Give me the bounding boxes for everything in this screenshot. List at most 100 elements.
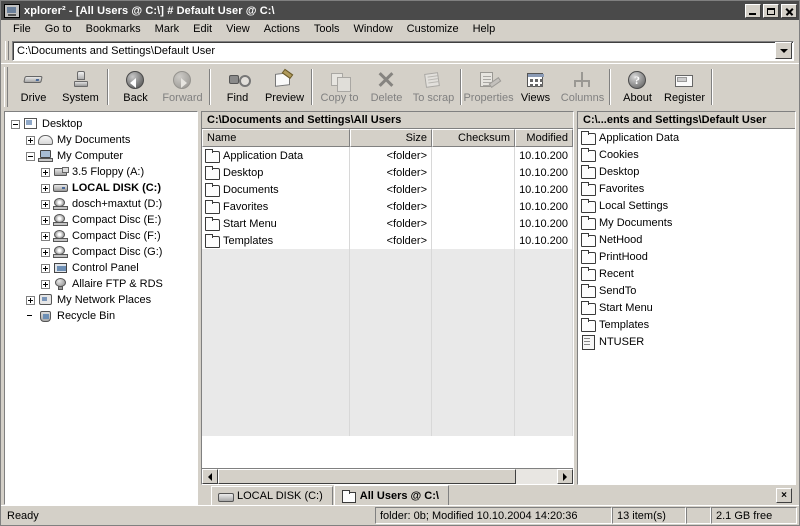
- table-row[interactable]: Favorites<folder>10.10.200: [202, 198, 573, 215]
- list-item[interactable]: Cookies: [578, 146, 795, 163]
- table-row[interactable]: Templates<folder>10.10.200: [202, 232, 573, 249]
- properties-icon: [478, 70, 499, 90]
- expand-plus-icon[interactable]: [26, 296, 35, 305]
- hscroll-track[interactable]: [218, 469, 557, 484]
- hscroll-thumb[interactable]: [218, 469, 516, 484]
- toolbar-views-button[interactable]: Views: [512, 67, 559, 108]
- toolbar-find-button[interactable]: Find: [214, 67, 261, 108]
- tree-item-allaire-ftp-rds[interactable]: Allaire FTP & RDS: [11, 276, 197, 292]
- menu-item-mark[interactable]: Mark: [148, 21, 186, 37]
- column-header-checksum[interactable]: Checksum: [432, 129, 515, 147]
- toolbar-properties-label: Properties: [463, 92, 513, 104]
- tree-item-dosch-maxtut-d[interactable]: dosch+maxtut (D:): [11, 196, 197, 212]
- expand-plus-icon[interactable]: [26, 136, 35, 145]
- tree-item-3-5-floppy-a[interactable]: 3.5 Floppy (A:): [11, 164, 197, 180]
- address-combobox[interactable]: C:\Documents and Settings\Default User: [12, 41, 794, 61]
- left-pane-hscrollbar[interactable]: [202, 468, 573, 484]
- scroll-left-icon[interactable]: [202, 469, 218, 484]
- list-item[interactable]: My Documents: [578, 214, 795, 231]
- tree-item-desktop[interactable]: Desktop: [11, 116, 197, 132]
- menu-item-file[interactable]: File: [6, 21, 38, 37]
- expand-plus-icon[interactable]: [41, 200, 50, 209]
- list-item[interactable]: Application Data: [578, 129, 795, 146]
- cell-name: Templates: [202, 232, 350, 249]
- tree-item-control-panel[interactable]: Control Panel: [11, 260, 197, 276]
- menu-item-customize[interactable]: Customize: [400, 21, 466, 37]
- cell-name: Start Menu: [578, 299, 795, 316]
- pane-tab-all-users-c[interactable]: All Users @ C:\: [334, 485, 449, 505]
- close-tab-icon[interactable]: ×: [776, 488, 792, 503]
- collapse-minus-icon[interactable]: [26, 152, 35, 161]
- toolbar-register-button[interactable]: Register: [661, 67, 708, 108]
- tree-item-compact-disc-e[interactable]: Compact Disc (E:): [11, 212, 197, 228]
- toolbar-drive-button[interactable]: Drive: [10, 67, 57, 108]
- tree-item-compact-disc-f[interactable]: Compact Disc (F:): [11, 228, 197, 244]
- file-name-label: Start Menu: [223, 218, 277, 230]
- menu-item-edit[interactable]: Edit: [186, 21, 219, 37]
- list-item[interactable]: Start Menu: [578, 299, 795, 316]
- tree-item-my-documents[interactable]: My Documents: [11, 132, 197, 148]
- table-row[interactable]: Start Menu<folder>10.10.200: [202, 215, 573, 232]
- list-item[interactable]: SendTo: [578, 282, 795, 299]
- list-item[interactable]: Desktop: [578, 163, 795, 180]
- menu-item-view[interactable]: View: [219, 21, 257, 37]
- tree-item-recycle-bin[interactable]: Recycle Bin: [11, 308, 197, 324]
- menu-item-go-to[interactable]: Go to: [38, 21, 79, 37]
- collapse-minus-icon[interactable]: [11, 120, 20, 129]
- expand-plus-icon[interactable]: [41, 168, 50, 177]
- tree-item-my-computer[interactable]: My Computer: [11, 148, 197, 164]
- left-pane-rows: Application Data<folder>10.10.200Desktop…: [202, 147, 573, 468]
- menu-item-help[interactable]: Help: [466, 21, 503, 37]
- scroll-right-icon[interactable]: [557, 469, 573, 484]
- list-item[interactable]: Recent: [578, 265, 795, 282]
- right-file-pane[interactable]: C:\...ents and Settings\Default User App…: [577, 111, 796, 485]
- list-item[interactable]: Templates: [578, 316, 795, 333]
- expand-plus-icon[interactable]: [41, 248, 50, 257]
- window-controls: [745, 4, 797, 18]
- list-item[interactable]: PrintHood: [578, 248, 795, 265]
- pane-tab-local-disk-c[interactable]: LOCAL DISK (C:): [211, 486, 333, 505]
- menu-item-window[interactable]: Window: [347, 21, 400, 37]
- menu-item-tools[interactable]: Tools: [307, 21, 347, 37]
- close-button[interactable]: [781, 4, 797, 18]
- list-item[interactable]: Favorites: [578, 180, 795, 197]
- toolbar-back-button[interactable]: Back: [112, 67, 159, 108]
- list-item[interactable]: NTUSER: [578, 333, 795, 350]
- cell-name: [202, 317, 350, 334]
- column-header-size[interactable]: Size: [350, 129, 432, 147]
- cell-size: [350, 402, 432, 419]
- column-header-modified[interactable]: Modified: [515, 129, 573, 147]
- left-file-pane[interactable]: C:\Documents and Settings\All Users Name…: [201, 111, 574, 485]
- table-row[interactable]: Application Data<folder>10.10.200: [202, 147, 573, 164]
- address-input[interactable]: C:\Documents and Settings\Default User: [17, 45, 775, 57]
- tree-item-compact-disc-g[interactable]: Compact Disc (G:): [11, 244, 197, 260]
- minimize-button[interactable]: [745, 4, 761, 18]
- list-item[interactable]: Local Settings: [578, 197, 795, 214]
- folder-tree-pane[interactable]: DesktopMy DocumentsMy Computer3.5 Floppy…: [4, 111, 198, 505]
- maximize-restore-button[interactable]: [763, 4, 779, 18]
- expand-plus-icon[interactable]: [41, 264, 50, 273]
- expand-plus-icon[interactable]: [41, 216, 50, 225]
- folder-icon: [580, 131, 596, 144]
- menu-item-bookmarks[interactable]: Bookmarks: [79, 21, 148, 37]
- table-row[interactable]: Desktop<folder>10.10.200: [202, 164, 573, 181]
- chevron-down-icon[interactable]: [775, 42, 792, 59]
- toolbar-system-button[interactable]: System: [57, 67, 104, 108]
- menu-item-actions[interactable]: Actions: [257, 21, 307, 37]
- file-name-label: Favorites: [599, 183, 644, 195]
- cell-name: SendTo: [578, 282, 795, 299]
- toolbar-grip-2[interactable]: [4, 67, 8, 107]
- tree-item-local-disk-c[interactable]: LOCAL DISK (C:): [11, 180, 197, 196]
- folder-icon: [580, 165, 596, 178]
- list-item[interactable]: NetHood: [578, 231, 795, 248]
- expand-plus-icon[interactable]: [41, 232, 50, 241]
- table-row-empty: [202, 334, 573, 351]
- toolbar-about-button[interactable]: ?About: [614, 67, 661, 108]
- table-row[interactable]: Documents<folder>10.10.200: [202, 181, 573, 198]
- toolbar-grip[interactable]: [5, 41, 9, 60]
- expand-plus-icon[interactable]: [41, 280, 50, 289]
- expand-plus-icon[interactable]: [41, 184, 50, 193]
- tree-item-my-network-places[interactable]: My Network Places: [11, 292, 197, 308]
- column-header-name[interactable]: Name: [202, 129, 350, 147]
- toolbar-preview-button[interactable]: Preview: [261, 67, 308, 108]
